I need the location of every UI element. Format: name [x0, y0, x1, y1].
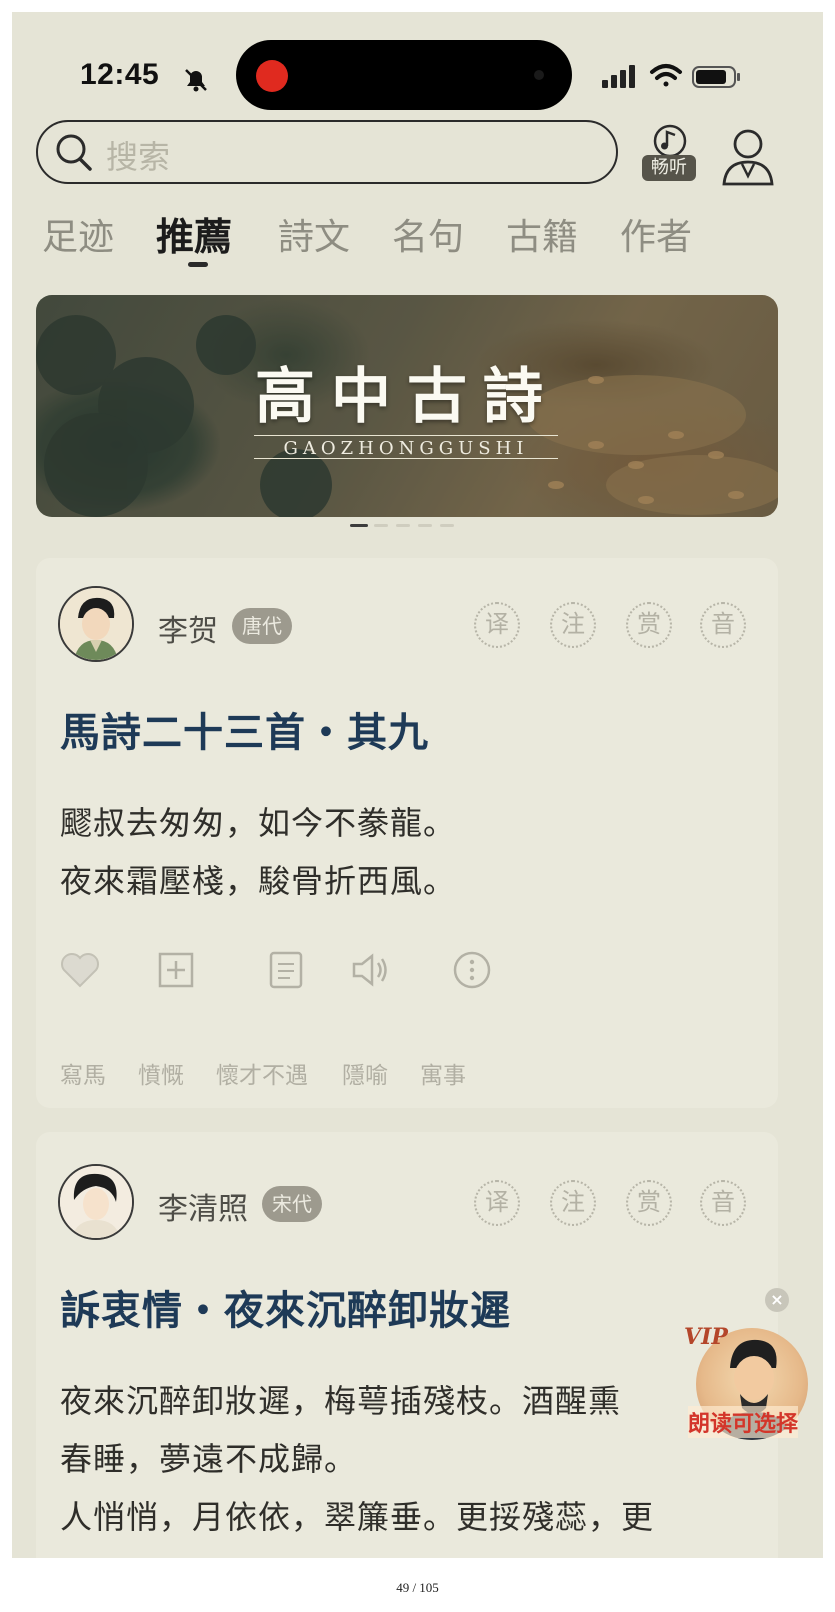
banner-subtitle: GAOZHONGGUSHI: [283, 438, 529, 459]
poem-title[interactable]: 訴衷情・夜來沉醉卸妝遲: [60, 1278, 511, 1336]
author-avatar[interactable]: [58, 1164, 134, 1240]
banner-title: 高中古詩: [255, 362, 559, 432]
vip-badge: VIP: [684, 1324, 728, 1350]
poem-tag[interactable]: 懷才不遇: [216, 1056, 308, 1090]
tab-quotes[interactable]: 名句: [392, 208, 464, 260]
carousel-dot[interactable]: [418, 524, 432, 527]
poem-line: 人悄悄，月依依，翠簾垂。更挼殘蕊，更: [60, 1498, 655, 1536]
poem-card[interactable]: 李清照 宋代 译 注 赏 音 訴衷情・夜來沉醉卸妝遲 夜來沉醉卸妝遲，梅萼插殘枝…: [36, 1132, 778, 1558]
tab-recommend[interactable]: 推薦: [156, 206, 232, 261]
carousel-dots: [350, 524, 470, 530]
add-collection-icon[interactable]: [154, 948, 198, 992]
status-icons: [602, 64, 740, 88]
poem-line: 夜來沉醉卸妝遲，梅萼插殘枝。酒醒熏: [60, 1382, 622, 1420]
dynasty-badge: 唐代: [232, 608, 292, 644]
pronunciation-button[interactable]: 音: [700, 1180, 746, 1226]
poem-title[interactable]: 馬詩二十三首・其九: [60, 700, 429, 758]
author-portrait-icon: [60, 588, 132, 660]
wifi-icon: [650, 64, 682, 87]
pronunciation-button[interactable]: 音: [700, 602, 746, 648]
poem-line: 春睡，夢遠不成歸。: [60, 1440, 358, 1478]
translation-button[interactable]: 译: [474, 602, 520, 648]
cellular-signal-icon: [602, 65, 635, 88]
tab-poems[interactable]: 詩文: [278, 208, 350, 260]
carousel-dot[interactable]: [350, 524, 368, 527]
recite-icon[interactable]: [264, 948, 308, 992]
search-icon: [56, 134, 92, 171]
close-icon[interactable]: ×: [765, 1288, 789, 1312]
tab-indicator: [188, 262, 208, 267]
tab-footprints[interactable]: 足迹: [42, 208, 114, 260]
carousel-dot[interactable]: [396, 524, 410, 527]
recording-indicator-icon: [256, 60, 288, 92]
listen-label: 畅听: [642, 155, 696, 181]
translation-button[interactable]: 译: [474, 1180, 520, 1226]
profile-icon[interactable]: [720, 126, 776, 188]
poem-tag[interactable]: 隱喻: [342, 1056, 388, 1090]
search-placeholder: 搜索: [106, 138, 171, 176]
annotation-button[interactable]: 注: [550, 602, 596, 648]
more-icon[interactable]: [450, 948, 494, 992]
tab-classics[interactable]: 古籍: [506, 208, 578, 260]
poem-line: 飂叔去匆匆，如今不豢龍。: [60, 804, 457, 842]
status-time: 12:45: [80, 58, 160, 91]
speaker-icon[interactable]: [348, 948, 392, 992]
author-name[interactable]: 李清照: [158, 1184, 248, 1228]
author-portrait-icon: [60, 1166, 132, 1238]
banner-divider: [254, 435, 558, 436]
heart-icon[interactable]: [58, 948, 102, 992]
app-screen: 12:45 搜索 畅听 足迹 推薦 詩文 名句 古籍 作者 高中古詩 GAOZH…: [12, 12, 823, 1558]
poem-tag[interactable]: 寓事: [420, 1056, 466, 1090]
tab-authors[interactable]: 作者: [620, 208, 692, 260]
dynasty-badge: 宋代: [262, 1186, 322, 1222]
author-avatar[interactable]: [58, 586, 134, 662]
banner-divider: [254, 458, 558, 459]
poem-tag[interactable]: 憤慨: [138, 1056, 184, 1090]
music-note-icon: [653, 124, 687, 158]
poem-card[interactable]: 李贺 唐代 译 注 赏 音 馬詩二十三首・其九 飂叔去匆匆，如今不豢龍。 夜來霜…: [36, 558, 778, 1108]
page-number: 49 / 105: [396, 1580, 439, 1595]
appreciation-button[interactable]: 赏: [626, 1180, 672, 1226]
carousel-dot[interactable]: [440, 524, 454, 527]
camera-dot: [534, 70, 544, 80]
bell-muted-icon: [185, 69, 207, 92]
carousel-dot[interactable]: [374, 524, 388, 527]
poem-tag[interactable]: 寫馬: [60, 1056, 106, 1090]
annotation-button[interactable]: 注: [550, 1180, 596, 1226]
author-name[interactable]: 李贺: [158, 606, 218, 650]
poem-line: 夜來霜壓棧，駿骨折西風。: [60, 862, 457, 900]
appreciation-button[interactable]: 赏: [626, 602, 672, 648]
vip-reading-label: 朗读可选择: [688, 1406, 799, 1438]
battery-icon: [692, 66, 740, 88]
